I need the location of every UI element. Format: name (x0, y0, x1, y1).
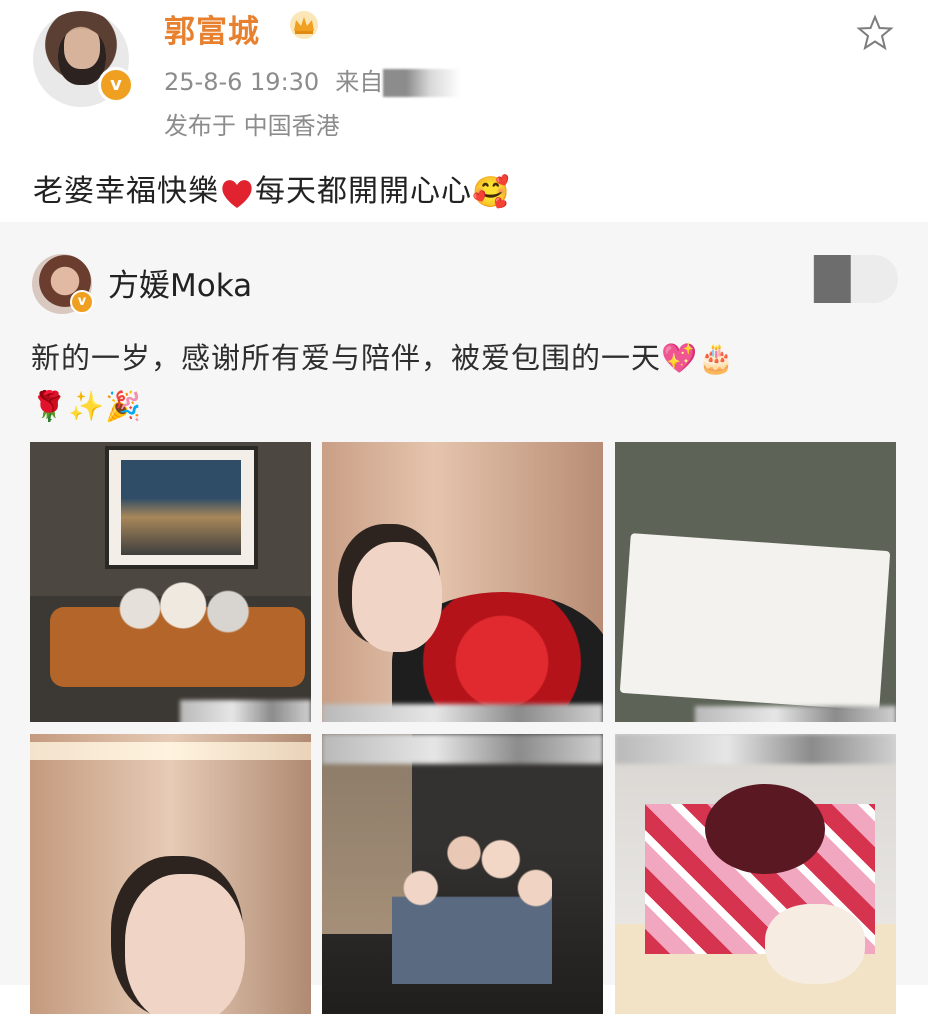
repost-card[interactable]: v 方媛Moka 新的一岁，感谢所有爱与陪伴，被爱包围的一天💖🎂 🌹✨🎉 (0, 222, 928, 1014)
repost-text-line1: 新的一岁，感谢所有爱与陪伴，被爱包围的一天💖🎂 (31, 341, 736, 375)
repost-text: 新的一岁，感谢所有爱与陪伴，被爱包围的一天💖🎂 🌹✨🎉 (31, 334, 901, 430)
post-text-part2: 每天都開開心心 (255, 174, 472, 209)
photo-family-group[interactable] (322, 734, 603, 1014)
photo-birthday-cake[interactable] (615, 734, 896, 1014)
crown-icon (290, 11, 318, 39)
post-header: v 郭富城 25-8-6 19:30 来自 发布于 中国香港 (0, 0, 928, 160)
repost-menu-blurred (808, 255, 898, 303)
photo-woman-with-roses[interactable] (322, 442, 603, 722)
verified-badge-icon: v (98, 67, 134, 103)
post-location: 发布于 中国香港 (164, 112, 340, 140)
smiling-hearts-icon: 🥰 (472, 175, 511, 210)
favorite-star-icon[interactable] (855, 13, 895, 53)
post-text-part1: 老婆幸福快樂 (33, 174, 219, 209)
repost-text-line2: 🌹✨🎉 (31, 389, 143, 423)
photo-woman-selfie[interactable] (30, 734, 311, 1014)
post-meta: 25-8-6 19:30 来自 (164, 62, 477, 97)
post-source[interactable]: 来自 (335, 68, 383, 96)
post-body: 老婆幸福快樂 每天都開開心心🥰 (33, 166, 510, 210)
photo-dessert-platter[interactable] (615, 442, 896, 722)
source-blurred (383, 69, 462, 97)
photo-family-on-sofa[interactable] (30, 442, 311, 722)
red-heart-icon (222, 179, 252, 208)
repost-verified-badge-icon: v (70, 290, 94, 314)
post-time: 25-8-6 19:30 (164, 68, 320, 96)
cake-card (765, 904, 865, 984)
repost-author-name[interactable]: 方媛Moka (108, 260, 252, 305)
author-name[interactable]: 郭富城 (164, 6, 260, 51)
